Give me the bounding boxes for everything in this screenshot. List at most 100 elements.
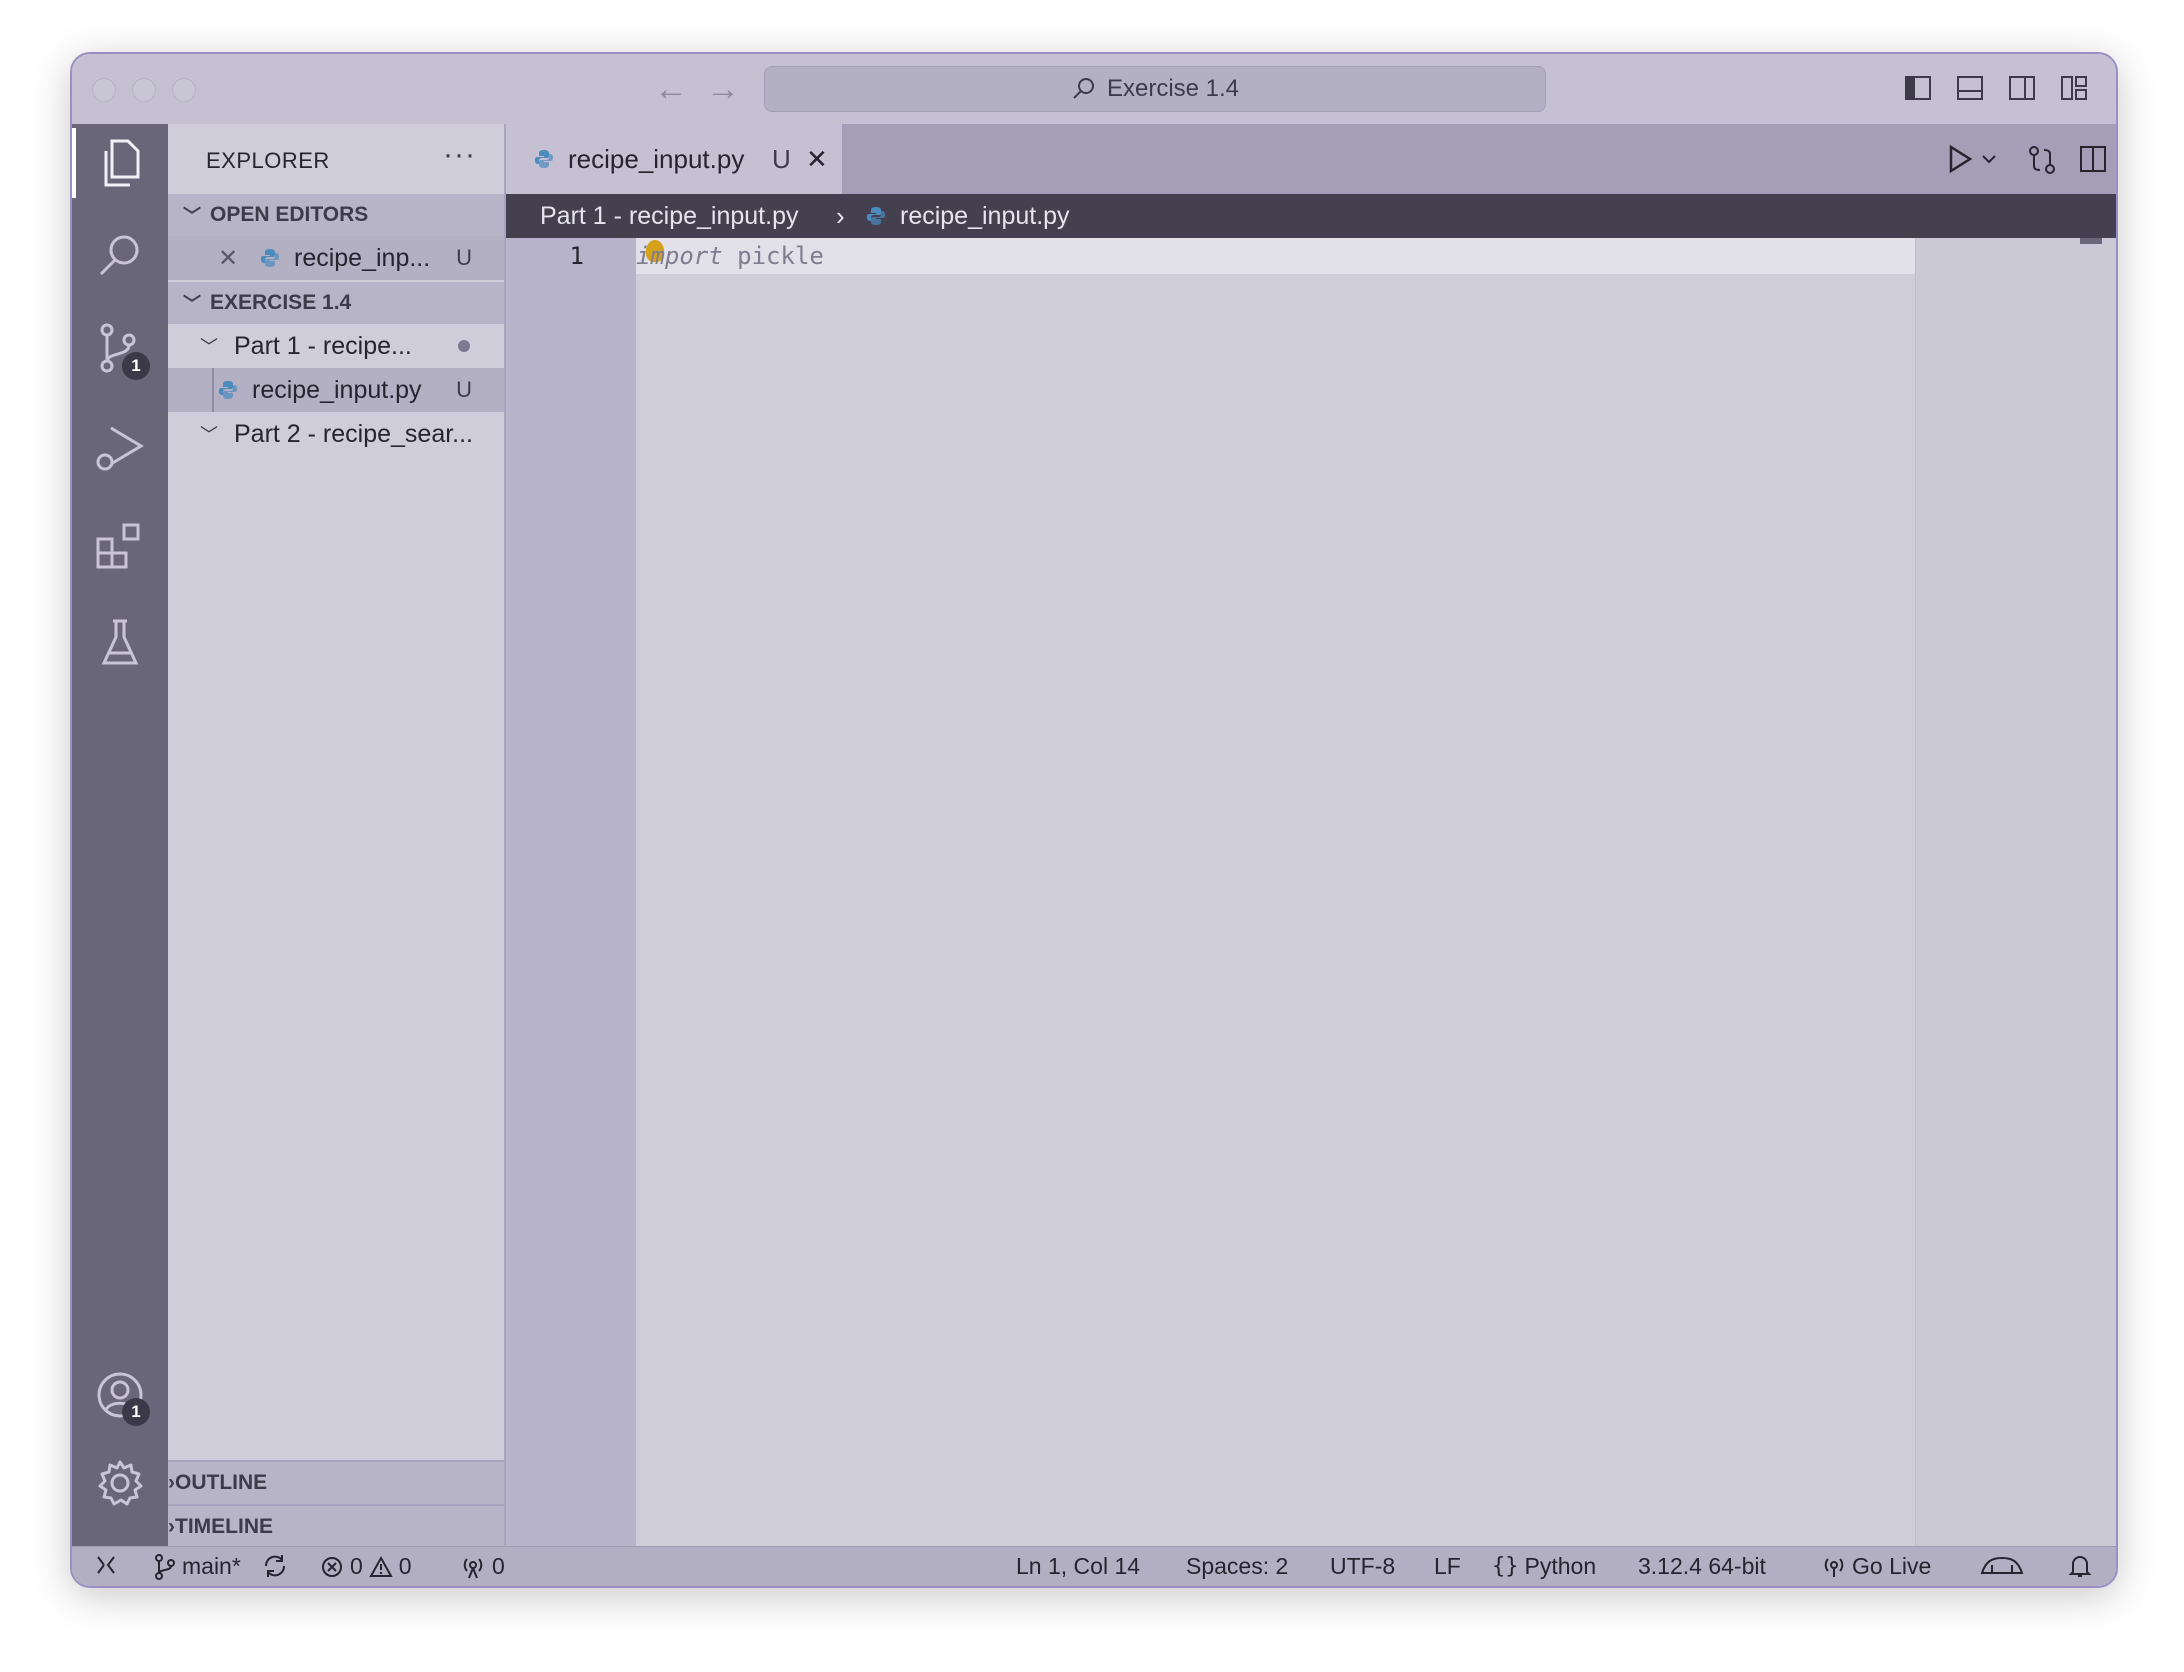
close-tab-icon[interactable]: ✕: [806, 144, 828, 175]
toggle-panel-icon[interactable]: [1956, 74, 1984, 102]
file-recipe-input[interactable]: recipe_input.py U: [168, 368, 504, 412]
breadcrumb: Part 1 - recipe_input.py › recipe_input.…: [506, 194, 2116, 238]
minimap[interactable]: [1915, 238, 2116, 1546]
line-number: 1: [569, 242, 584, 270]
open-editors-section-header[interactable]: ﹀ OPEN EDITORS: [168, 194, 504, 236]
command-center[interactable]: Exercise 1.4: [764, 66, 1546, 112]
indentation-status[interactable]: Spaces: 2: [1186, 1553, 1288, 1580]
toggle-primary-sidebar-icon[interactable]: [1904, 74, 1932, 102]
explorer-more-actions-button[interactable]: ···: [443, 138, 476, 172]
timeline-label: TIMELINE: [175, 1515, 273, 1538]
outline-label: OUTLINE: [175, 1471, 268, 1494]
tree-indent-guide: [212, 368, 214, 412]
folder-part1-label: Part 1 - recipe...: [234, 331, 412, 360]
scrollbar-thumb[interactable]: [2080, 238, 2102, 244]
testing-flask-icon[interactable]: [72, 608, 168, 678]
source-control-badge: 1: [122, 352, 150, 380]
breadcrumb-file[interactable]: recipe_input.py: [900, 202, 1070, 231]
error-icon: [320, 1555, 344, 1579]
braces-icon: {}: [1492, 1554, 1519, 1579]
branch-name: main*: [182, 1553, 241, 1579]
breadcrumb-folder[interactable]: Part 1 - recipe_input.py: [540, 202, 798, 231]
eol-status[interactable]: LF: [1434, 1553, 1461, 1580]
title-bar: ← → Exercise 1.4: [72, 54, 2116, 125]
accounts-badge: 1: [122, 1398, 150, 1426]
window-title: Exercise 1.4: [1106, 75, 1240, 102]
language-mode[interactable]: {} Python: [1492, 1553, 1596, 1580]
chevron-down-icon: ﹀: [183, 206, 201, 226]
run-and-debug-icon[interactable]: [72, 414, 168, 484]
branch-status[interactable]: main*: [154, 1553, 241, 1580]
go-live-button[interactable]: Go Live: [1822, 1553, 1931, 1580]
accounts-icon[interactable]: 1: [72, 1360, 168, 1430]
warning-count: 0: [398, 1553, 412, 1579]
error-count: 0: [350, 1553, 363, 1579]
language-label: Python: [1524, 1553, 1597, 1579]
folder-part2-label: Part 2 - recipe_sear...: [234, 419, 474, 448]
python-file-icon: [218, 380, 238, 400]
chevron-right-icon: ›: [168, 1515, 175, 1538]
open-changes-icon[interactable]: [2026, 144, 2058, 176]
explorer-icon[interactable]: [72, 128, 168, 198]
run-options-chevron-icon[interactable]: [1980, 148, 1998, 170]
chevron-down-icon: ﹀: [200, 337, 218, 357]
cursor-position[interactable]: Ln 1, Col 14: [1016, 1553, 1140, 1580]
back-arrow-icon[interactable]: ←: [654, 70, 688, 108]
python-file-icon: [534, 149, 554, 169]
explorer-sidebar: EXPLORER ··· ﹀ OPEN EDITORS ✕ recipe_inp…: [168, 124, 506, 1548]
folder-part1[interactable]: ﹀ Part 1 - recipe...: [168, 324, 504, 368]
folder-part2[interactable]: ﹀ Part 2 - recipe_sear...: [168, 412, 504, 456]
python-file-icon: [260, 248, 280, 268]
encoding-status[interactable]: UTF-8: [1330, 1553, 1395, 1580]
editor-area: recipe_input.py U ✕ ··· Part 1 - recipe_…: [506, 124, 2116, 1546]
broadcast-icon: [1822, 1555, 1846, 1579]
remote-indicator-icon[interactable]: [94, 1553, 118, 1577]
untracked-status: U: [456, 245, 472, 270]
file-recipe-input-label: recipe_input.py: [252, 375, 422, 404]
notifications-bell-icon[interactable]: [2068, 1553, 2092, 1579]
split-editor-icon[interactable]: [2078, 144, 2108, 174]
explorer-title: EXPLORER: [206, 148, 330, 173]
current-line-highlight: [636, 238, 1916, 274]
forward-arrow-icon[interactable]: →: [706, 70, 740, 108]
source-control-icon[interactable]: 1: [72, 314, 168, 384]
minimize-window-button[interactable]: [132, 78, 156, 102]
settings-gear-icon[interactable]: [72, 1448, 168, 1518]
vscode-window: ← → Exercise 1.4 1 1 EXPLORER ··· ﹀ OPEN…: [70, 52, 2118, 1588]
zoom-window-button[interactable]: [172, 78, 196, 102]
open-editor-item[interactable]: ✕ recipe_inp... U: [168, 236, 504, 280]
outline-section-header[interactable]: › OUTLINE: [168, 1460, 504, 1504]
chevron-down-icon: ﹀: [200, 425, 218, 445]
warning-icon: [369, 1555, 393, 1579]
tab-status: U: [772, 143, 791, 174]
ports-count: 0: [492, 1553, 505, 1579]
code-line-1: import pickle: [636, 242, 824, 270]
broadcast-icon: [460, 1554, 486, 1580]
breadcrumb-separator-icon: ›: [836, 200, 845, 231]
timeline-section-header[interactable]: › TIMELINE: [168, 1504, 504, 1548]
status-bar: main* 0 0 0 Ln 1, Col 14 Spaces: 2 UTF-8…: [72, 1546, 2116, 1586]
go-live-label: Go Live: [1852, 1553, 1932, 1579]
workspace-section-header[interactable]: ﹀ EXERCISE 1.4: [168, 282, 504, 324]
tab-recipe-input[interactable]: recipe_input.py U ✕: [506, 124, 843, 194]
code-editor[interactable]: import pickle: [636, 238, 2116, 1546]
git-branch-icon: [154, 1553, 176, 1580]
keyword-token: import: [636, 242, 723, 270]
explorer-header: EXPLORER ···: [168, 124, 504, 194]
close-window-button[interactable]: [92, 78, 116, 102]
python-interpreter[interactable]: 3.12.4 64-bit: [1638, 1553, 1766, 1580]
open-editors-label: OPEN EDITORS: [210, 203, 369, 226]
customize-layout-icon[interactable]: [2060, 74, 2088, 102]
sync-icon[interactable]: [262, 1553, 288, 1579]
copilot-icon[interactable]: [1978, 1553, 2026, 1579]
chevron-down-icon: ﹀: [183, 294, 201, 314]
close-editor-icon[interactable]: ✕: [218, 244, 238, 273]
toggle-secondary-sidebar-icon[interactable]: [2008, 74, 2036, 102]
ports-status[interactable]: 0: [460, 1553, 505, 1580]
problems-status[interactable]: 0 0: [320, 1553, 412, 1580]
untracked-status: U: [456, 377, 472, 402]
search-icon: [1071, 76, 1097, 102]
search-icon[interactable]: [72, 220, 168, 290]
run-python-file-icon[interactable]: [1946, 144, 1974, 174]
extensions-icon[interactable]: [72, 512, 168, 582]
